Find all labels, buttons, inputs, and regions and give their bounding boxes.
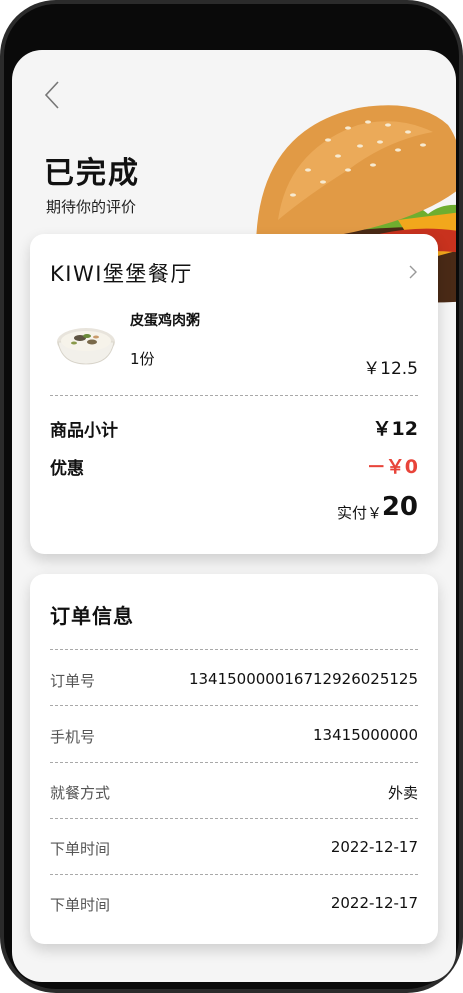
screen: 已完成 期待你的评价 KIWI堡堡餐厅 皮蛋鸡肉粥 1份 ￥12.5 商品小计 … [12,50,456,982]
row-label: 订单号 [50,672,96,690]
order-number-value: 134150000016712926025125 [188,670,418,688]
chevron-right-icon[interactable] [408,264,418,280]
order-time-value: 2022-12-17 [330,838,418,856]
order-info-title: 订单信息 [50,604,134,628]
row-label: 就餐方式 [50,784,111,802]
dining-method-value: 外卖 [387,784,418,802]
store-name[interactable]: KIWI堡堡餐厅 [50,258,193,288]
back-arrow-icon[interactable] [42,80,66,110]
order-status-title: 已完成 [44,156,140,191]
order-time-value: 2022-12-17 [330,894,418,912]
divider [50,818,418,819]
congee-bowl-image [57,328,115,365]
discount-value: －￥0 [366,456,418,478]
subtotal-value: ￥12 [372,418,418,440]
phone-frame: 已完成 期待你的评价 KIWI堡堡餐厅 皮蛋鸡肉粥 1份 ￥12.5 商品小计 … [0,0,463,993]
discount-label: 优惠 [50,459,84,479]
subtotal-label: 商品小计 [50,421,118,441]
paid-value: 20 [381,492,418,522]
paid-label: 实付￥ [336,504,382,522]
phone-bezel: 已完成 期待你的评价 KIWI堡堡餐厅 皮蛋鸡肉粥 1份 ￥12.5 商品小计 … [4,4,459,989]
phone-number-value: 13415000000 [313,726,418,744]
divider [50,395,418,396]
row-label: 手机号 [50,728,96,746]
divider [50,874,418,875]
row-label: 下单时间 [50,840,111,858]
order-status-subtitle: 期待你的评价 [46,198,137,216]
row-label: 下单时间 [50,896,111,914]
store-card: KIWI堡堡餐厅 皮蛋鸡肉粥 1份 ￥12.5 商品小计 ￥12 优惠 －￥0 … [30,234,438,554]
divider [50,705,418,706]
order-info-card: 订单信息 订单号 134150000016712926025125 手机号 13… [30,574,438,944]
divider [50,762,418,763]
item-name: 皮蛋鸡肉粥 [130,313,200,329]
divider [50,649,418,650]
item-price: ￥12.5 [363,359,418,379]
item-quantity: 1份 [130,350,155,368]
